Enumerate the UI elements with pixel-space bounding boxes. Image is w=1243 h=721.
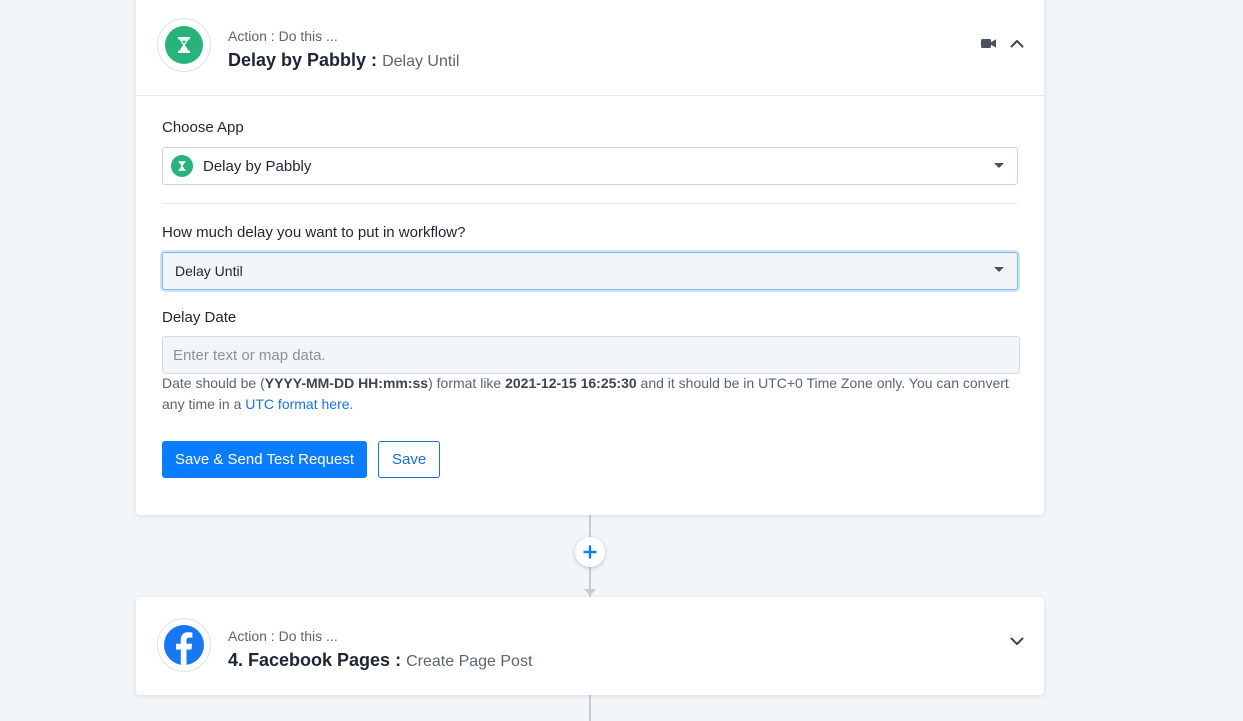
plus-icon bbox=[583, 545, 597, 559]
step-form: Choose App Delay by Pabbly How much dela… bbox=[162, 95, 1020, 515]
workflow-connector-line-bottom bbox=[589, 695, 591, 721]
utc-format-link[interactable]: UTC format here. bbox=[245, 396, 353, 412]
add-step-button[interactable] bbox=[575, 537, 605, 567]
step-header-text: Action : Do this ... Delay by Pabbly : D… bbox=[228, 27, 459, 73]
step-header-actions bbox=[981, 38, 1024, 49]
form-divider bbox=[162, 203, 1018, 204]
caret-down-icon bbox=[994, 163, 1004, 168]
hourglass-icon bbox=[165, 26, 203, 64]
connector-arrow-icon bbox=[584, 589, 596, 596]
delay-app-small-icon bbox=[171, 155, 193, 177]
step-header-actions bbox=[1010, 637, 1024, 646]
step-event-name: Delay Until bbox=[382, 53, 460, 70]
choose-app-label: Choose App bbox=[162, 119, 244, 136]
save-button[interactable]: Save bbox=[378, 441, 441, 478]
step-app-name: 4. Facebook Pages : bbox=[228, 650, 402, 670]
step-subtitle: Action : Do this ... bbox=[228, 628, 338, 644]
facebook-icon bbox=[164, 625, 204, 665]
choose-app-select[interactable]: Delay by Pabbly bbox=[162, 147, 1018, 185]
help-text-part: ) format like bbox=[428, 375, 506, 391]
step-app-name: Delay by Pabbly : bbox=[228, 50, 378, 70]
help-text-part: Date should be ( bbox=[162, 375, 265, 391]
help-format: YYYY-MM-DD HH:mm:ss bbox=[264, 375, 429, 391]
choose-app-value: Delay by Pabbly bbox=[203, 157, 312, 175]
delay-type-select[interactable]: Delay Until bbox=[162, 252, 1018, 290]
step-event-name: Create Page Post bbox=[406, 653, 533, 670]
delay-app-badge bbox=[157, 18, 211, 72]
chevron-up-icon[interactable] bbox=[1010, 39, 1024, 48]
save-send-test-button[interactable]: Save & Send Test Request bbox=[162, 441, 368, 478]
help-example: 2021-12-15 16:25:30 bbox=[505, 375, 637, 391]
delay-date-help: Date should be (YYYY-MM-DD HH:mm:ss) for… bbox=[162, 373, 1018, 415]
facebook-app-badge bbox=[157, 618, 211, 672]
video-icon[interactable] bbox=[981, 38, 996, 49]
chevron-down-icon[interactable] bbox=[1010, 637, 1024, 646]
step-header-text: Action : Do this ... 4. Facebook Pages :… bbox=[228, 627, 532, 673]
step-title: 4. Facebook Pages : Create Page Post bbox=[228, 649, 532, 673]
step-card-facebook: Action : Do this ... 4. Facebook Pages :… bbox=[136, 597, 1044, 695]
delay-date-label: Delay Date bbox=[162, 309, 237, 326]
step-title: Delay by Pabbly : Delay Until bbox=[228, 49, 459, 73]
caret-down-icon bbox=[994, 267, 1004, 272]
step-card-delay: Action : Do this ... Delay by Pabbly : D… bbox=[136, 0, 1044, 515]
delay-question-label: How much delay you want to put in workfl… bbox=[162, 224, 466, 241]
delay-type-value: Delay Until bbox=[175, 263, 243, 279]
step-header-facebook[interactable]: Action : Do this ... 4. Facebook Pages :… bbox=[136, 597, 1044, 695]
step-header-delay[interactable]: Action : Do this ... Delay by Pabbly : D… bbox=[136, 0, 1044, 96]
step-subtitle: Action : Do this ... bbox=[228, 28, 338, 44]
delay-date-input[interactable] bbox=[162, 336, 1020, 374]
